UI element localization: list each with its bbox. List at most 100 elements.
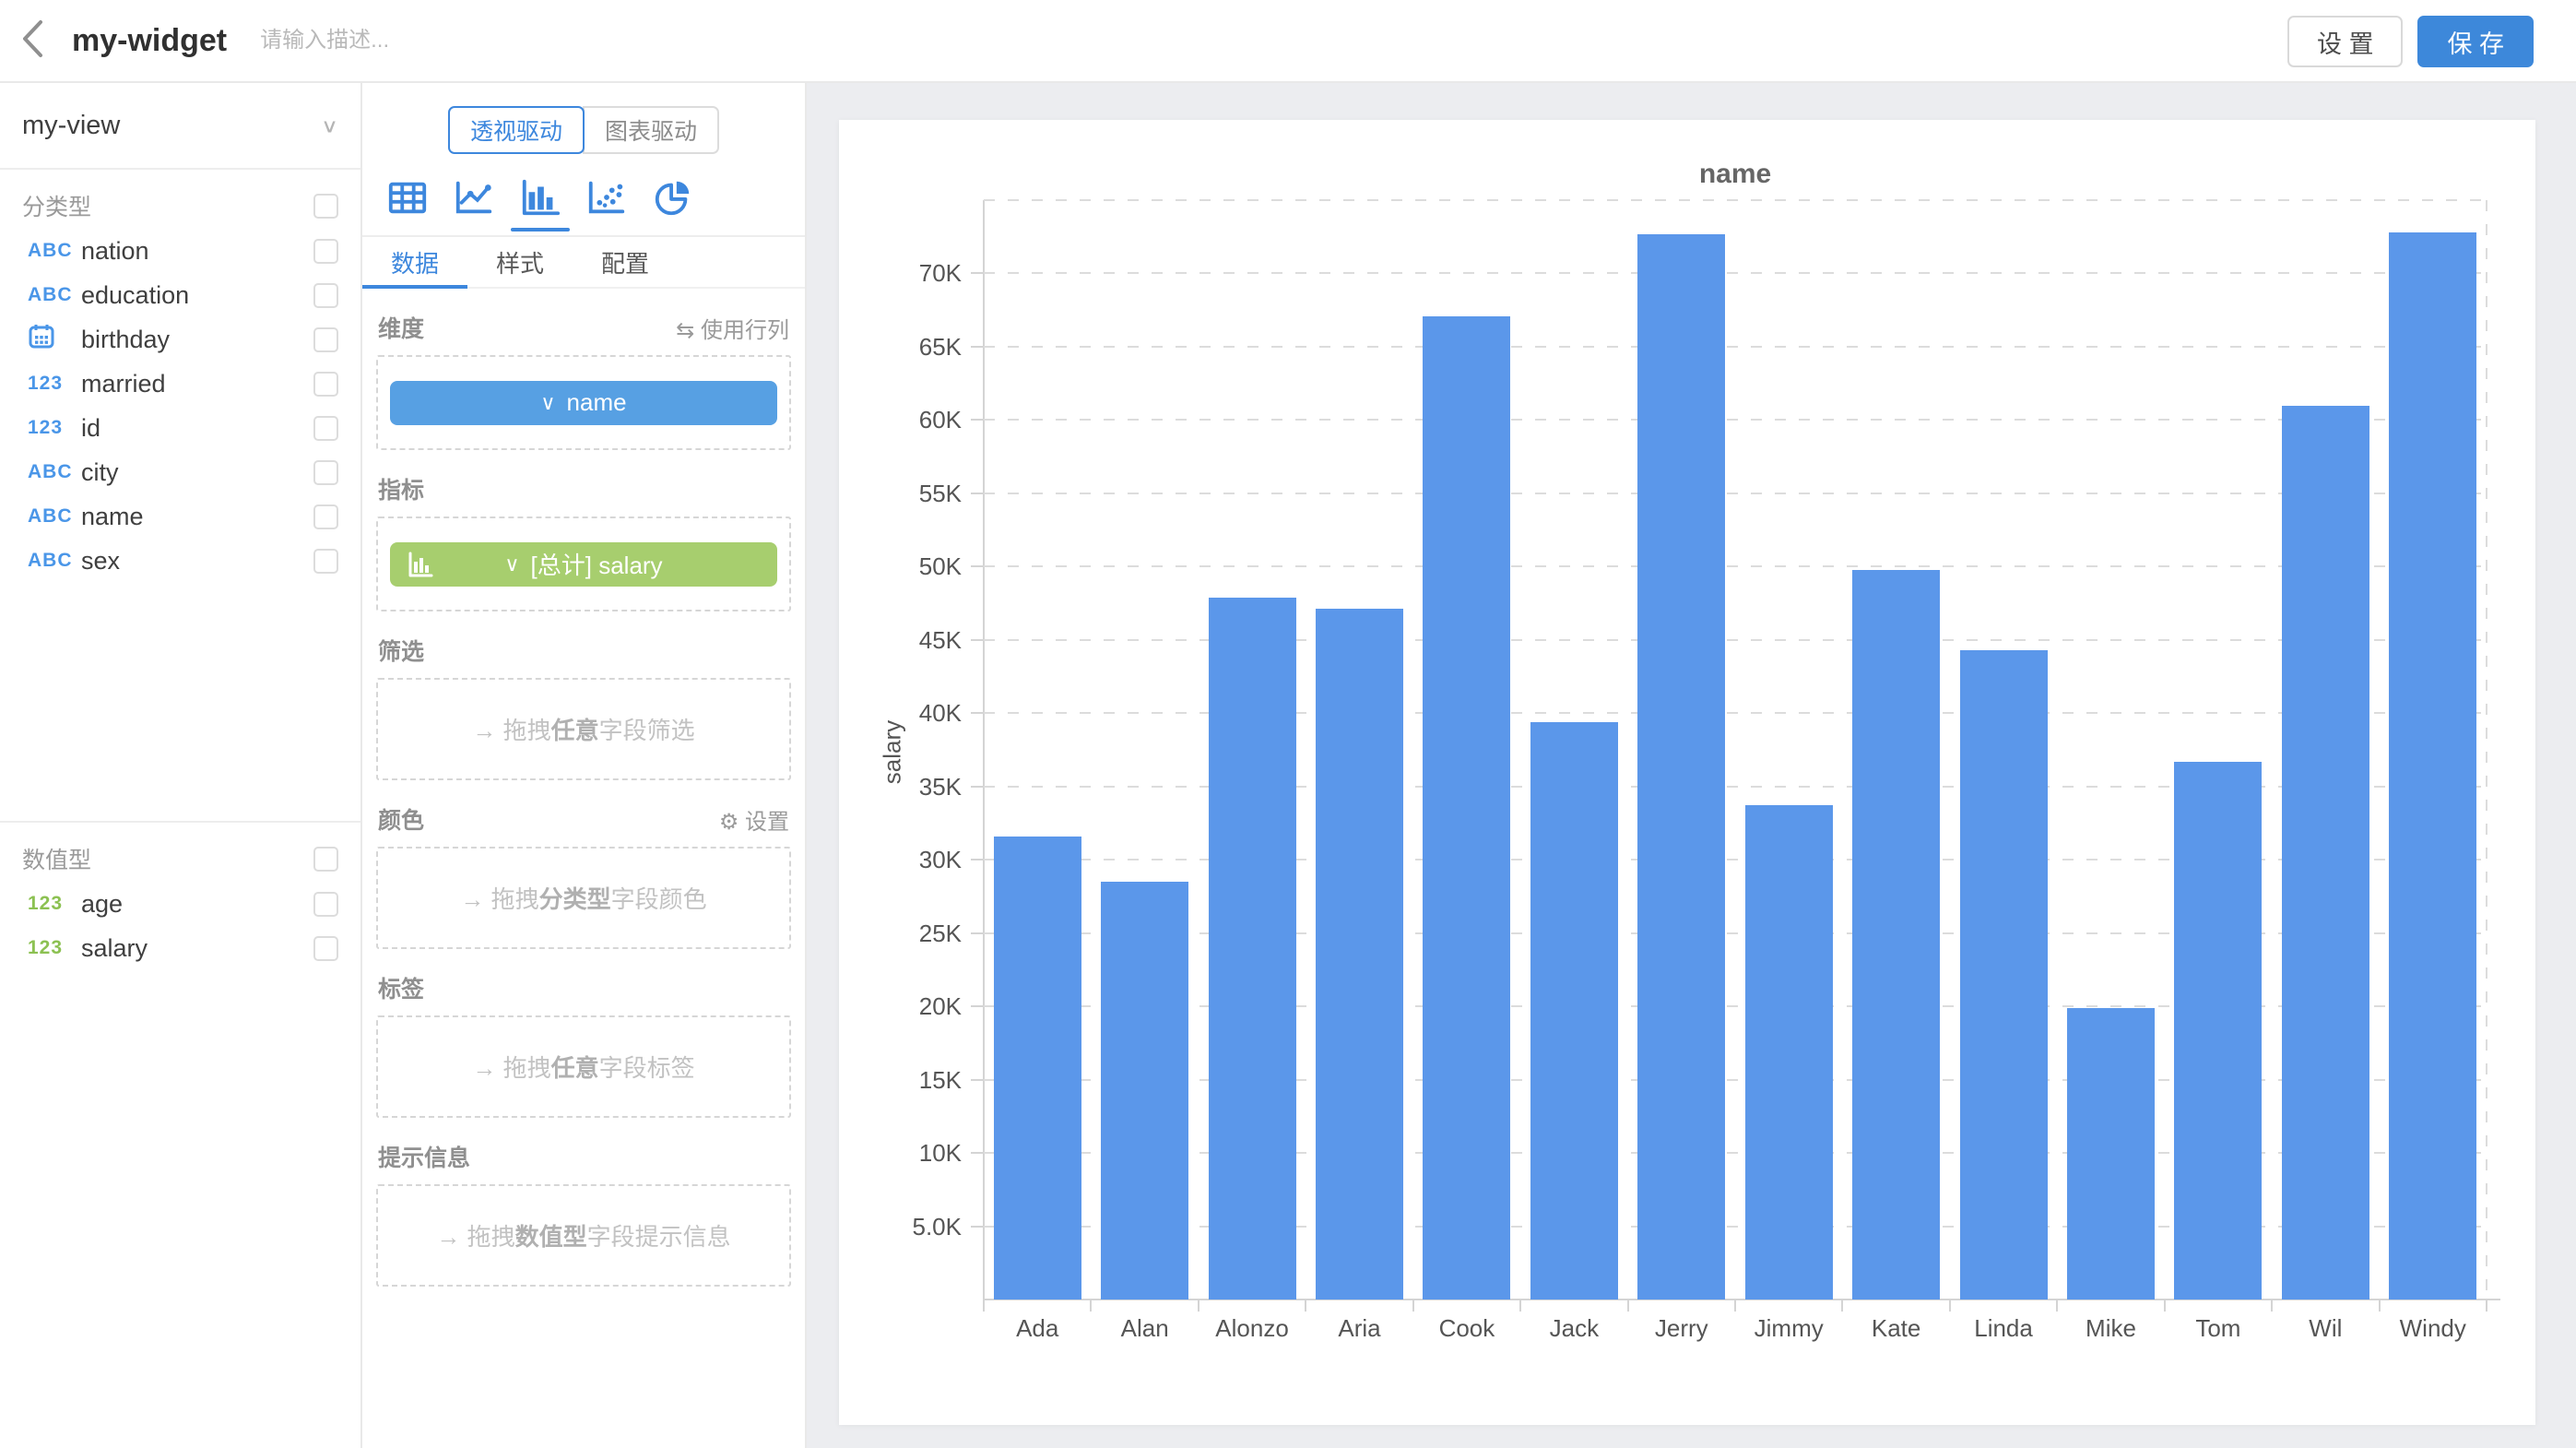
bar-Windy[interactable] — [2389, 232, 2476, 1300]
mode-tab-chart[interactable]: 图表驱动 — [583, 106, 719, 154]
string-type-icon: ABC — [28, 550, 81, 572]
table-chart-icon[interactable] — [384, 174, 431, 220]
filter-dropzone[interactable]: → 拖拽任意字段筛选 — [376, 678, 791, 780]
field-item-city[interactable]: ABCcity — [0, 450, 360, 494]
bar-chart-icon[interactable] — [517, 174, 563, 220]
color-dropzone[interactable]: → 拖拽分类型字段颜色 — [376, 847, 791, 949]
filter-section-title: 筛选 — [378, 634, 789, 667]
field-checkbox[interactable] — [313, 239, 338, 264]
dimension-dropzone[interactable]: ∨ name — [376, 355, 791, 450]
bar-Linda[interactable] — [1960, 650, 2048, 1300]
bar-Cook[interactable] — [1423, 316, 1510, 1300]
settings-button[interactable]: 设 置 — [2287, 16, 2404, 67]
use-rows-cols-link[interactable]: ⇆ 使用行列 — [676, 312, 789, 344]
y-tick-label: 25K — [869, 920, 962, 948]
field-item-age[interactable]: 123age — [0, 882, 360, 926]
field-item-birthday[interactable]: birthday — [0, 317, 360, 362]
gridline — [984, 419, 2487, 421]
view-selector[interactable]: my-view ∨ — [0, 83, 360, 170]
y-tick-label: 10K — [869, 1139, 962, 1168]
bar-Jack[interactable] — [1530, 722, 1618, 1300]
bar-Ada[interactable] — [994, 837, 1081, 1300]
line-chart-icon[interactable] — [451, 174, 497, 220]
gear-icon: ⚙ — [719, 810, 739, 835]
field-checkbox[interactable] — [313, 892, 338, 917]
field-item-sex[interactable]: ABCsex — [0, 539, 360, 583]
back-button[interactable] — [0, 0, 65, 82]
field-checkbox[interactable] — [313, 504, 338, 529]
sidebar-section-divider — [0, 821, 360, 823]
x-tick-label: Jack — [1520, 1314, 1627, 1343]
chart-title: name — [984, 159, 2487, 190]
bar-Alan[interactable] — [1101, 882, 1188, 1300]
swap-icon: ⇆ — [676, 318, 694, 343]
plot-right-border — [2486, 200, 2487, 1300]
field-sidebar: my-view ∨ 分类型ABCnationABCeducationbirthd… — [0, 83, 362, 1448]
bar-Mike[interactable] — [2067, 1008, 2155, 1300]
bar-Aria[interactable] — [1316, 609, 1403, 1300]
description-input[interactable] — [260, 28, 721, 53]
arrow-right-icon: → — [460, 885, 484, 913]
tab-style[interactable]: 样式 — [467, 237, 573, 287]
y-tick-mark — [971, 1079, 983, 1081]
y-tick-mark — [971, 565, 983, 567]
field-checkbox[interactable] — [313, 549, 338, 574]
string-type-icon: ABC — [28, 505, 81, 528]
x-tick-mark — [1949, 1300, 1951, 1312]
gridline — [984, 493, 2487, 494]
color-settings-link[interactable]: ⚙ 设置 — [719, 803, 789, 836]
field-item-education[interactable]: ABCeducation — [0, 273, 360, 317]
section-checkbox[interactable] — [313, 847, 338, 872]
field-item-name[interactable]: ABCname — [0, 494, 360, 539]
arrow-right-icon: → — [472, 717, 496, 744]
field-item-id[interactable]: 123id — [0, 406, 360, 450]
tab-data[interactable]: 数据 — [362, 237, 467, 287]
config-panel: 透视驱动 图表驱动 数据 样式 配置 维度 ⇆ 使用行列 — [362, 83, 807, 1448]
label-dropzone[interactable]: → 拖拽任意字段标签 — [376, 1015, 791, 1118]
field-checkbox[interactable] — [313, 283, 338, 308]
back-chevron-icon — [20, 18, 44, 64]
scatter-chart-icon[interactable] — [584, 174, 630, 220]
field-label: education — [81, 281, 313, 310]
string-type-icon: ABC — [28, 461, 81, 483]
field-checkbox[interactable] — [313, 460, 338, 485]
tab-config[interactable]: 配置 — [573, 237, 678, 287]
pie-chart-icon[interactable] — [650, 174, 696, 220]
metric-section-title: 指标 — [378, 472, 789, 505]
bar-Alonzo[interactable] — [1209, 598, 1296, 1300]
color-section-title: 颜色 — [378, 802, 719, 836]
dimension-chip-name[interactable]: ∨ name — [390, 381, 777, 425]
tooltip-section-title: 提示信息 — [378, 1140, 789, 1173]
chevron-down-icon: ∨ — [540, 391, 555, 415]
x-tick-mark — [1198, 1300, 1199, 1312]
field-section-title: 分类型 — [22, 189, 313, 222]
field-checkbox[interactable] — [313, 327, 338, 352]
field-checkbox[interactable] — [313, 936, 338, 961]
bar-Jerry[interactable] — [1637, 234, 1725, 1300]
x-tick-label: Wil — [2272, 1314, 2379, 1343]
field-item-nation[interactable]: ABCnation — [0, 229, 360, 273]
panel-tabs: 数据 样式 配置 — [362, 237, 805, 289]
save-button[interactable]: 保 存 — [2417, 16, 2534, 67]
bar-Wil[interactable] — [2282, 406, 2369, 1300]
bar-Kate[interactable] — [1852, 570, 1940, 1300]
metric-dropzone[interactable]: ∨ [总计] salary — [376, 516, 791, 611]
widget-title: my-widget — [72, 23, 227, 59]
bar-Jimmy[interactable] — [1745, 805, 1833, 1300]
gridline — [984, 199, 2487, 201]
tooltip-dropzone[interactable]: → 拖拽数值型字段提示信息 — [376, 1184, 791, 1287]
bar-Tom[interactable] — [2174, 762, 2262, 1300]
field-item-married[interactable]: 123married — [0, 362, 360, 406]
color-dropzone-hint: → 拖拽分类型字段颜色 — [460, 881, 706, 915]
y-tick-mark — [971, 932, 983, 934]
metric-chip-salary[interactable]: ∨ [总计] salary — [390, 542, 777, 587]
field-checkbox[interactable] — [313, 372, 338, 397]
mode-tab-pivot[interactable]: 透视驱动 — [448, 106, 585, 154]
field-checkbox[interactable] — [313, 416, 338, 441]
y-tick-mark — [971, 1226, 983, 1228]
field-item-salary[interactable]: 123salary — [0, 926, 360, 970]
y-tick-label: 55K — [869, 480, 962, 508]
y-tick-label: 50K — [869, 552, 962, 581]
chart-card: name salary 5.0K10K15K20K25K30K35K40K45K… — [839, 120, 2535, 1425]
section-checkbox[interactable] — [313, 194, 338, 219]
